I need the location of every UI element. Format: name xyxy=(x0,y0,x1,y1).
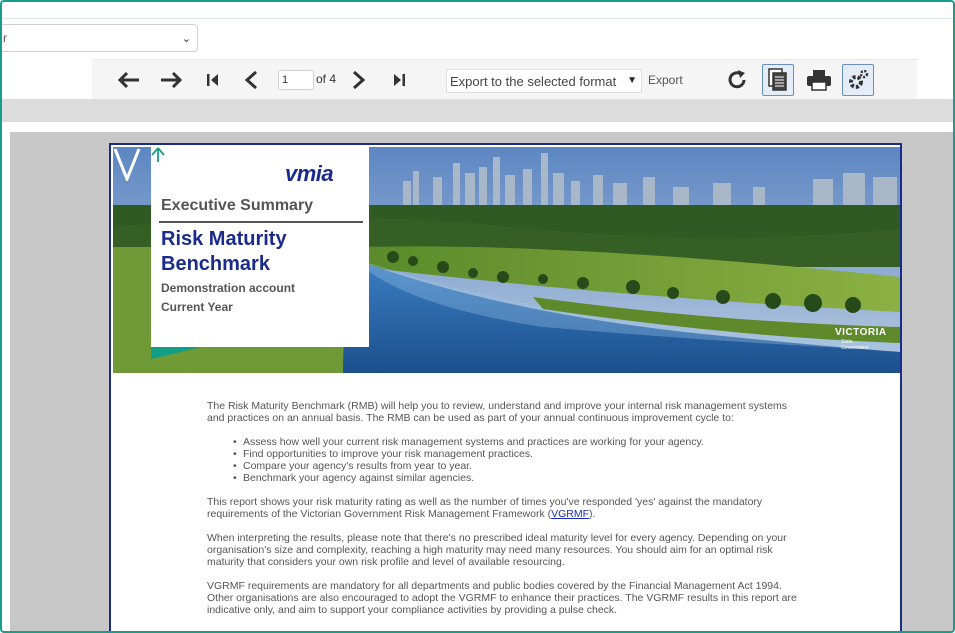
section-heading: Executive Summary xyxy=(161,197,314,214)
vmia-logo: vmia xyxy=(285,161,334,186)
refresh-icon[interactable] xyxy=(724,66,750,94)
toolbar-separator xyxy=(2,99,953,122)
list-item: Find opportunities to improve your risk … xyxy=(233,448,807,460)
cover-image: vmia Executive Summary Risk Maturity Ben… xyxy=(113,147,900,373)
framework-paragraph: This report shows your risk maturity rat… xyxy=(207,496,807,520)
vgrmf-link[interactable]: VGRMF xyxy=(551,508,589,520)
print-icon[interactable] xyxy=(804,66,834,94)
chevron-down-icon: ⌄ xyxy=(181,33,191,45)
export-format-value: Export to the selected format xyxy=(450,73,617,89)
top-bar xyxy=(2,2,953,19)
list-item: Compare your agency's results from year … xyxy=(233,460,807,472)
reporting-period: Current Year xyxy=(161,300,233,314)
report-page: vmia Executive Summary Risk Maturity Ben… xyxy=(109,143,902,631)
vmia-logo-mark-icon xyxy=(151,147,165,162)
intro-paragraph: The Risk Maturity Benchmark (RMB) will h… xyxy=(207,400,788,424)
framework-text-end: ). xyxy=(589,508,596,520)
cover-title-card: vmia Executive Summary Risk Maturity Ben… xyxy=(151,147,369,347)
requirements-paragraph: VGRMF requirements are mandatory for all… xyxy=(207,580,797,616)
report-title-line2: Benchmark xyxy=(161,253,270,275)
export-button[interactable]: Export xyxy=(648,73,683,87)
arrow-left-icon[interactable] xyxy=(116,66,142,94)
export-format-select[interactable]: Export to the selected format ▼ xyxy=(446,69,642,93)
account-name: Demonstration account xyxy=(161,281,296,295)
report-title: Risk Maturity Benchmark xyxy=(161,227,287,277)
prev-page-icon[interactable] xyxy=(240,66,262,94)
settings-icon[interactable] xyxy=(842,64,874,96)
page-count-label: of 4 xyxy=(316,72,337,86)
report-title-line1: Risk Maturity xyxy=(161,228,287,250)
canvas-top-edge xyxy=(10,124,953,132)
chevron-down-icon: ▼ xyxy=(627,75,637,86)
arrow-right-icon[interactable] xyxy=(158,66,184,94)
victoria-subtext: State Government xyxy=(841,339,869,351)
victoria-wordmark: VICTORIA xyxy=(835,327,887,338)
report-body: The Risk Maturity Benchmark (RMB) will h… xyxy=(207,400,807,628)
document-map-icon[interactable] xyxy=(762,64,794,96)
report-selector[interactable]: r ⌄ xyxy=(2,24,198,52)
framework-text: This report shows your risk maturity rat… xyxy=(207,496,763,520)
heading-divider xyxy=(159,221,363,223)
page-number-input[interactable]: 1 xyxy=(278,70,314,90)
last-page-icon[interactable] xyxy=(388,66,410,94)
first-page-icon[interactable] xyxy=(202,66,224,94)
report-selector-value: r xyxy=(3,31,7,45)
interpretation-paragraph: When interpreting the results, please no… xyxy=(207,532,787,568)
report-toolbar: 1 of 4 Export to the selected format ▼ E… xyxy=(92,59,917,99)
list-item: Assess how well your current risk manage… xyxy=(233,436,807,448)
benefits-list: Assess how well your current risk manage… xyxy=(233,436,807,484)
list-item: Benchmark your agency against similar ag… xyxy=(233,472,807,484)
victoria-logo-icon xyxy=(113,148,141,181)
next-page-icon[interactable] xyxy=(348,66,370,94)
report-viewer-window: r ⌄ 1 of 4 Export to the selected format… xyxy=(0,0,955,633)
